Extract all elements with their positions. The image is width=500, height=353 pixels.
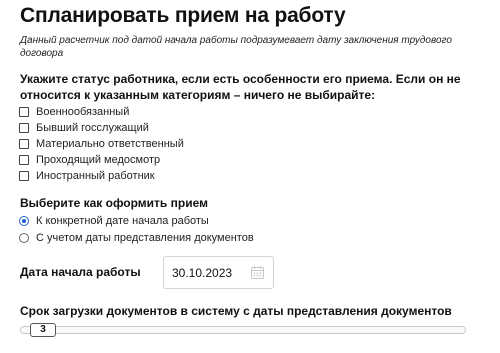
method-section-heading: Выберите как оформить прием — [20, 196, 208, 210]
status-option-label: Проходящий медосмотр — [36, 153, 161, 166]
status-section-heading: Укажите статус работника, если есть особ… — [20, 72, 461, 102]
status-option-medical-exam[interactable]: Проходящий медосмотр — [19, 152, 160, 167]
upload-period-label: Срок загрузки документов в систему с дат… — [20, 304, 452, 318]
upload-period-slider-track[interactable] — [20, 326, 466, 334]
status-option-label: Иностранный работник — [36, 169, 155, 182]
calculator-note: Данный расчетчик под датой начала работы… — [20, 35, 452, 59]
radio-button[interactable] — [19, 232, 29, 243]
checkbox[interactable] — [19, 106, 29, 117]
checkbox[interactable] — [19, 170, 29, 181]
radio-button-selected[interactable] — [19, 215, 29, 226]
checkbox[interactable] — [19, 122, 29, 133]
start-date-label: Дата начала работы — [20, 265, 141, 279]
method-option-label: К конкретной дате начала работы — [36, 214, 209, 227]
status-option-military[interactable]: Военнообязанный — [19, 104, 129, 119]
checkbox[interactable] — [19, 154, 29, 165]
status-option-label: Военнообязанный — [36, 105, 130, 118]
status-option-label: Материально ответственный — [36, 137, 184, 150]
method-option-label: С учетом даты представления документов — [36, 231, 254, 244]
checkbox[interactable] — [19, 138, 29, 149]
calendar-icon[interactable] — [250, 265, 265, 280]
status-option-foreign-worker[interactable]: Иностранный работник — [19, 168, 155, 183]
start-date-input[interactable]: 30.10.2023 — [163, 256, 274, 289]
upload-period-slider-thumb[interactable]: 3 — [30, 323, 56, 337]
status-option-financially-responsible[interactable]: Материально ответственный — [19, 136, 184, 151]
start-date-value: 30.10.2023 — [172, 266, 233, 280]
method-option-document-date[interactable]: С учетом даты представления документов — [19, 230, 254, 245]
page-title: Спланировать прием на работу — [20, 4, 346, 27]
method-option-specific-date[interactable]: К конкретной дате начала работы — [19, 213, 209, 228]
status-option-label: Бывший госслужащий — [36, 121, 149, 134]
status-option-former-civil-servant[interactable]: Бывший госслужащий — [19, 120, 149, 135]
